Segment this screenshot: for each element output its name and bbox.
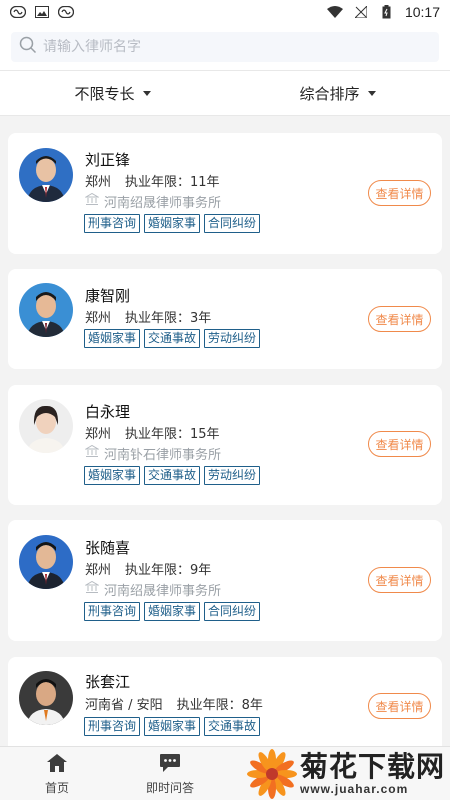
watermark-title: 菊花下载网 — [300, 750, 446, 783]
lawyer-firm-name: 河南绍晟律师事务所 — [104, 196, 222, 211]
lawyer-card[interactable]: 刘正锋 郑州 执业年限：11年 河南绍晟律师事务所 刑事咨询 婚姻家事 合同纠纷 … — [8, 133, 442, 254]
lawyer-firm-name: 河南绍晟律师事务所 — [104, 584, 222, 599]
lawyer-meta: 郑州 执业年限：9年 — [85, 559, 211, 578]
chat-icon — [159, 753, 181, 776]
status-time: 10:17 — [404, 4, 440, 20]
lawyer-meta: 郑州 执业年限：15年 — [85, 423, 220, 442]
specialty-tag: 婚姻家事 — [144, 214, 201, 233]
lawyer-firm: 河南钋石律师事务所 — [84, 444, 222, 463]
caret-down-icon — [367, 90, 376, 96]
status-left — [10, 4, 74, 20]
image-icon — [34, 4, 50, 20]
search-icon — [19, 36, 37, 58]
lawyer-years: 执业年限：11年 — [125, 175, 220, 190]
lawyer-card[interactable]: 张随喜 郑州 执业年限：9年 河南绍晟律师事务所 刑事咨询 婚姻家事 合同纠纷 查… — [8, 520, 442, 641]
lawyer-name: 白永理 — [85, 403, 131, 421]
lawyer-tags: 婚姻家事 交通事故 劳动纠纷 — [84, 466, 261, 485]
tab-qa-label: 即时问答 — [145, 780, 194, 795]
avatar — [19, 148, 73, 202]
lawyer-city: 郑州 — [85, 427, 112, 442]
lawyer-years: 执业年限：3年 — [125, 311, 212, 326]
specialty-tag: 合同纠纷 — [204, 602, 261, 621]
specialty-tag: 劳动纠纷 — [204, 466, 261, 485]
filter-specialty-label: 不限专长 — [74, 84, 135, 103]
lawyer-card[interactable]: 康智刚 郑州 执业年限：3年 婚姻家事 交通事故 劳动纠纷 查看详情 — [8, 269, 442, 369]
lawyer-city: 郑州 — [85, 563, 112, 578]
filter-specialty[interactable]: 不限专长 — [0, 83, 225, 104]
watermark-url: www.juahar.com — [300, 782, 409, 796]
tab-qa[interactable]: 即时问答 — [115, 747, 225, 800]
lawyer-firm: 河南绍晟律师事务所 — [84, 192, 222, 211]
specialty-tag: 交通事故 — [204, 717, 261, 736]
lawyer-name: 张随喜 — [85, 539, 131, 557]
lawyer-years: 执业年限：15年 — [125, 427, 220, 442]
watermark: 菊花下载网 www.juahar.com — [246, 748, 450, 800]
filter-sort-label: 综合排序 — [299, 84, 360, 103]
avatar — [19, 283, 73, 337]
view-detail-button[interactable]: 查看详情 — [368, 180, 431, 206]
lawyer-meta: 郑州 执业年限：3年 — [85, 307, 211, 326]
no-signal-icon — [353, 4, 369, 20]
view-detail-button[interactable]: 查看详情 — [368, 306, 431, 332]
specialty-tag: 刑事咨询 — [84, 602, 141, 621]
wifi-icon — [326, 4, 343, 20]
specialty-tag: 交通事故 — [144, 466, 201, 485]
lawyer-city: 河南省 / 安阳 — [85, 698, 163, 713]
lawyer-meta: 郑州 执业年限：11年 — [85, 171, 220, 190]
specialty-tag: 劳动纠纷 — [204, 329, 261, 348]
filter-bar: 不限专长 综合排序 — [0, 70, 450, 116]
caret-down-icon — [142, 90, 151, 96]
lawyer-card[interactable]: 张套江 河南省 / 安阳 执业年限：8年 刑事咨询 婚姻家事 交通事故 查看详情 — [8, 657, 442, 757]
specialty-tag: 婚姻家事 — [84, 466, 141, 485]
specialty-tag: 婚姻家事 — [144, 717, 201, 736]
lawyer-firm-name: 河南钋石律师事务所 — [104, 448, 222, 463]
lawyer-card[interactable]: 白永理 郑州 执业年限：15年 河南钋石律师事务所 婚姻家事 交通事故 劳动纠纷 … — [8, 385, 442, 505]
lawyer-years: 执业年限：9年 — [125, 563, 212, 578]
lawyer-name: 康智刚 — [85, 287, 131, 305]
view-detail-button[interactable]: 查看详情 — [368, 431, 431, 457]
avatar — [19, 671, 73, 725]
courthouse-icon — [84, 580, 100, 598]
infinity-icon — [10, 4, 26, 20]
lawyer-city: 郑州 — [85, 311, 112, 326]
lawyer-firm: 河南绍晟律师事务所 — [84, 580, 222, 599]
search-input[interactable] — [43, 39, 423, 55]
lawyer-name: 张套江 — [85, 673, 131, 691]
filter-sort[interactable]: 综合排序 — [225, 83, 450, 104]
tab-home-label: 首页 — [44, 780, 69, 795]
avatar — [19, 399, 73, 453]
battery-icon — [379, 4, 395, 20]
lawyer-name: 刘正锋 — [85, 151, 131, 169]
lawyer-tags: 刑事咨询 婚姻家事 合同纠纷 — [84, 602, 261, 621]
lawyer-tags: 刑事咨询 婚姻家事 交通事故 — [84, 717, 261, 736]
view-detail-button[interactable]: 查看详情 — [368, 693, 431, 719]
specialty-tag: 刑事咨询 — [84, 717, 141, 736]
view-detail-button[interactable]: 查看详情 — [368, 567, 431, 593]
home-icon — [46, 753, 68, 776]
watermark-text: 菊花下载网 www.juahar.com — [300, 750, 446, 797]
lawyer-meta: 河南省 / 安阳 执业年限：8年 — [85, 694, 263, 713]
flower-logo-icon — [246, 748, 298, 800]
specialty-tag: 刑事咨询 — [84, 214, 141, 233]
status-right: 10:17 — [326, 4, 440, 20]
specialty-tag: 婚姻家事 — [84, 329, 141, 348]
specialty-tag: 婚姻家事 — [144, 602, 201, 621]
lawyer-city: 郑州 — [85, 175, 112, 190]
avatar — [19, 535, 73, 589]
courthouse-icon — [84, 192, 100, 210]
specialty-tag: 交通事故 — [144, 329, 201, 348]
status-bar: 10:17 — [0, 0, 450, 24]
tab-home[interactable]: 首页 — [2, 747, 112, 800]
lawyer-years: 执业年限：8年 — [176, 698, 263, 713]
courthouse-icon — [84, 444, 100, 462]
lawyer-tags: 婚姻家事 交通事故 劳动纠纷 — [84, 329, 261, 348]
search-box[interactable] — [11, 32, 439, 62]
infinity-icon-2 — [58, 4, 74, 20]
specialty-tag: 合同纠纷 — [204, 214, 261, 233]
search-area — [0, 24, 450, 70]
lawyer-tags: 刑事咨询 婚姻家事 合同纠纷 — [84, 214, 261, 233]
